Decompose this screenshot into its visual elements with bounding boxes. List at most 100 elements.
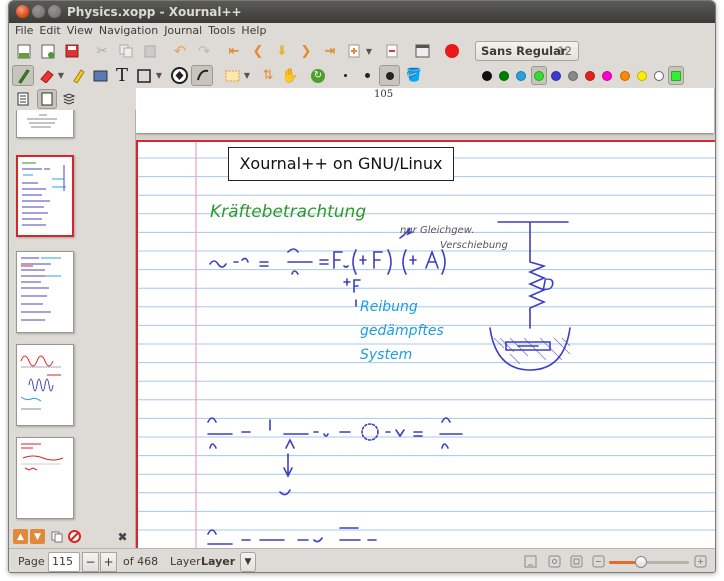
paste-icon[interactable] [141, 42, 159, 60]
menu-edit[interactable]: Edit [39, 24, 60, 37]
ruler-tool-icon[interactable] [169, 66, 189, 85]
menu-bar: File Edit View Navigation Journal Tools Help [9, 23, 715, 39]
last-page-icon[interactable]: ⇥ [321, 42, 339, 60]
vertical-space-icon[interactable]: ⇅ [259, 66, 277, 85]
undo-icon[interactable]: ↶ [171, 42, 189, 60]
close-sidebar-icon[interactable]: ✖ [115, 529, 130, 544]
color-swatch[interactable] [530, 66, 547, 85]
main-toolbar: ✂ ↶ ↷ ⇤ ❮ ⬇ ❯ ⇥ ▼ Sans Regular 12 [9, 39, 715, 63]
color-swatch[interactable] [634, 66, 650, 85]
previous-page-icon[interactable]: ❮ [249, 42, 267, 60]
zoom-in-icon[interactable] [693, 554, 707, 568]
color-dot [619, 70, 630, 81]
save-icon[interactable] [63, 42, 81, 60]
chevron-down-icon[interactable]: ▼ [363, 42, 375, 60]
layer-label: Layer [170, 555, 201, 568]
first-page-icon[interactable]: ⇤ [225, 42, 243, 60]
move-page-up-icon[interactable]: ▲ [13, 529, 28, 544]
color-swatch[interactable] [599, 66, 615, 85]
color-swatch[interactable] [582, 66, 598, 85]
pen-tool-icon[interactable] [12, 65, 34, 86]
font-selector-button[interactable]: Sans Regular 12 [475, 41, 579, 61]
menu-view[interactable]: View [67, 24, 93, 37]
page-thumbnail[interactable] [16, 437, 74, 519]
color-swatch[interactable] [668, 66, 685, 85]
layer-preview-tab-icon[interactable] [61, 91, 77, 107]
color-swatch[interactable] [651, 66, 667, 85]
toc-tab-icon[interactable] [15, 91, 31, 107]
color-swatch[interactable] [548, 66, 564, 85]
default-tool-icon[interactable]: ↻ [309, 66, 327, 85]
delete-page-sidebar-icon[interactable] [67, 529, 82, 544]
menu-tools[interactable]: Tools [208, 24, 235, 37]
next-page-icon[interactable]: ❯ [297, 42, 315, 60]
color-dot [533, 70, 544, 81]
insert-page-icon[interactable] [345, 42, 363, 60]
document-canvas[interactable]: 105 Xournal++ on GNU/Linux Kräftebetrach… [136, 88, 715, 548]
goto-page-icon[interactable]: ⬇ [273, 42, 291, 60]
menu-help[interactable]: Help [241, 24, 266, 37]
minimize-button[interactable] [32, 5, 45, 18]
layout-single-icon[interactable] [523, 554, 537, 568]
page-thumbnail-current[interactable] [16, 155, 74, 237]
zoom-slider[interactable] [609, 556, 689, 568]
equation-strokes [207, 221, 571, 545]
thick-pen-icon[interactable] [379, 65, 400, 86]
color-swatch[interactable] [617, 66, 633, 85]
page-number-input[interactable]: 115 [48, 552, 80, 572]
image-tool-icon[interactable] [91, 66, 109, 85]
delete-page-icon[interactable] [383, 42, 401, 60]
page-number-label: 105 [374, 89, 394, 100]
color-dot [671, 70, 682, 81]
color-swatch[interactable] [565, 66, 581, 85]
fullscreen-icon[interactable] [413, 42, 431, 60]
menu-journal[interactable]: Journal [164, 24, 202, 37]
cut-icon[interactable]: ✂ [93, 42, 111, 60]
select-rectangle-icon[interactable] [223, 66, 241, 85]
hand-tool-icon[interactable]: ✋ [281, 66, 299, 85]
color-swatch[interactable] [513, 66, 529, 85]
eraser-options-chevron-icon[interactable]: ▼ [56, 66, 66, 85]
close-button[interactable] [16, 5, 29, 18]
highlighter-tool-icon[interactable] [69, 66, 87, 85]
zoom-slider-handle[interactable] [635, 556, 647, 568]
zoom-out-icon[interactable] [591, 554, 605, 568]
new-document-icon[interactable] [15, 42, 33, 60]
color-dot [654, 70, 664, 81]
previous-page: 105 [136, 88, 714, 133]
text-tool-icon[interactable]: T [113, 65, 131, 86]
layer-dropdown[interactable]: ▼ [240, 552, 256, 572]
shape-options-chevron-icon[interactable]: ▼ [154, 66, 164, 85]
copy-icon[interactable] [117, 42, 135, 60]
annotation-text: nur Gleichgew. [400, 225, 474, 236]
move-page-down-icon[interactable]: ▼ [30, 529, 45, 544]
fill-icon[interactable]: 🪣 [406, 66, 422, 85]
current-page[interactable]: Xournal++ on GNU/Linux Kräftebetrachtung… [136, 140, 715, 548]
page-decrement-button[interactable]: − [82, 552, 99, 572]
menu-navigation[interactable]: Navigation [99, 24, 158, 37]
annotation-text: Verschiebung [440, 240, 508, 251]
maximize-button[interactable] [48, 5, 61, 18]
thin-pen-icon[interactable] [337, 66, 353, 85]
shape-recognizer-icon[interactable] [191, 65, 213, 86]
zoom-100-icon[interactable] [569, 554, 583, 568]
friction-text: Reibung [360, 299, 418, 315]
shape-tool-icon[interactable] [135, 66, 153, 85]
page-preview-tab-icon[interactable] [37, 89, 57, 109]
medium-pen-icon[interactable] [359, 66, 375, 85]
open-file-icon[interactable] [39, 42, 57, 60]
page-thumbnail[interactable] [16, 344, 74, 426]
copy-page-icon[interactable] [49, 529, 64, 544]
chevron-down-icon: ▼ [244, 557, 252, 567]
color-swatch[interactable] [496, 66, 512, 85]
record-icon[interactable] [443, 42, 461, 60]
color-swatch[interactable] [479, 66, 495, 85]
page-increment-button[interactable]: + [100, 552, 117, 572]
menu-file[interactable]: File [15, 24, 33, 37]
page-thumbnail[interactable] [16, 110, 74, 138]
zoom-fit-icon[interactable] [547, 554, 561, 568]
eraser-tool-icon[interactable] [37, 66, 55, 85]
redo-icon[interactable]: ↷ [195, 42, 213, 60]
select-options-chevron-icon[interactable]: ▼ [242, 66, 252, 85]
page-thumbnail[interactable] [16, 251, 74, 333]
